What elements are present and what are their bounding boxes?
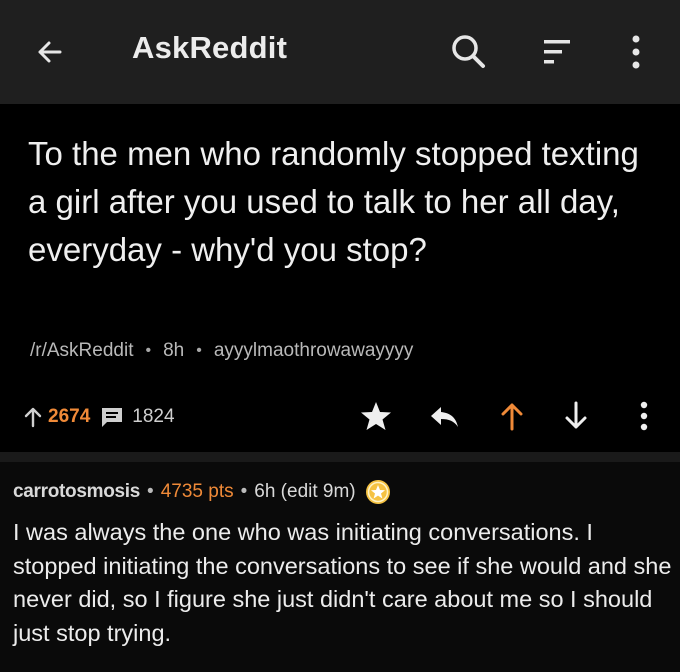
- sort-icon[interactable]: [540, 36, 580, 70]
- comment-body: I was always the one who was initiating …: [13, 519, 672, 646]
- comment-age: 6h (edit 9m): [254, 481, 356, 502]
- post-score: 2674: [48, 406, 91, 427]
- post-stats: 2674 1824: [22, 400, 175, 434]
- meta-separator: •: [147, 481, 154, 502]
- search-icon[interactable]: [446, 30, 490, 74]
- more-vertical-icon[interactable]: [632, 398, 656, 434]
- post-age: 8h: [163, 340, 185, 361]
- comment-points: 4735 pts: [160, 481, 234, 502]
- top-app-bar: AskReddit: [0, 0, 680, 104]
- back-arrow-icon[interactable]: [30, 32, 70, 72]
- subreddit-title: AskReddit: [132, 30, 288, 65]
- comment-header: carrotosmosis • 4735 pts • 6h (edit 9m): [13, 478, 392, 506]
- post-title[interactable]: To the men who randomly stopped texting …: [28, 130, 658, 274]
- post-meta: /r/AskReddit • 8h • ayyylmaothrowawayyyy: [30, 340, 413, 362]
- post-author[interactable]: ayyylmaothrowawayyyy: [214, 340, 414, 362]
- upvote-icon[interactable]: [494, 398, 530, 434]
- subreddit-link[interactable]: /r/AskReddit: [30, 340, 133, 362]
- more-vertical-icon[interactable]: [624, 30, 648, 74]
- reply-icon[interactable]: [426, 398, 462, 434]
- star-icon[interactable]: [358, 398, 394, 434]
- meta-separator: •: [196, 342, 202, 359]
- gold-award-icon: [365, 480, 390, 504]
- comment-count: 1824: [132, 406, 175, 427]
- meta-separator: •: [145, 342, 152, 359]
- comment-author[interactable]: carrotosmosis: [13, 481, 140, 503]
- score-arrow-icon: [24, 407, 42, 428]
- meta-separator: •: [240, 481, 248, 502]
- section-divider: [0, 452, 680, 462]
- downvote-icon[interactable]: [558, 398, 594, 434]
- comments-icon[interactable]: [100, 405, 124, 429]
